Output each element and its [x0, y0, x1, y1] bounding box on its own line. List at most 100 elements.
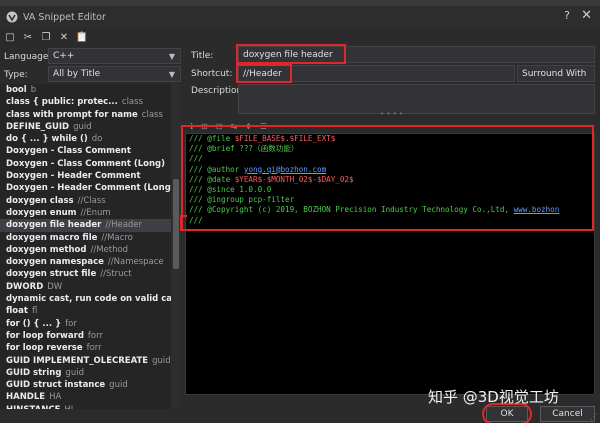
title-value: doxygen file header — [243, 49, 333, 60]
snippet-title: Doxygen - Header Comment — [6, 171, 141, 182]
snippet-shortcut-hint: b — [30, 85, 37, 95]
snippet-code-editor[interactable]: /// @file $FILE_BASE$.$FILE_EXT$/// @bri… — [185, 133, 595, 395]
delete-icon[interactable]: ✕ — [58, 31, 70, 43]
snippet-title: DEFINE_GUID — [6, 121, 70, 132]
close-icon[interactable]: ✕ — [581, 8, 592, 23]
scrollbar-thumb[interactable] — [173, 179, 179, 269]
list-item[interactable]: Doxygen - Header Comment (Long) — [0, 182, 181, 194]
cancel-button[interactable]: Cancel — [540, 406, 595, 422]
language-select[interactable]: C++ ▼ — [48, 48, 181, 64]
snippet-title: for () { ... } — [6, 318, 62, 329]
snippet-title: doxygen method — [6, 244, 87, 255]
editor-tool-icon[interactable]: ⊞ — [201, 122, 208, 131]
code-line: /// @since 1.0.0.0 — [186, 185, 594, 195]
snippet-shortcut-hint: guid — [152, 355, 171, 366]
list-item[interactable]: DWORD DW — [0, 281, 181, 293]
shortcut-input[interactable]: //Header — [238, 65, 515, 82]
snippet-shortcut-hint: for — [65, 318, 77, 329]
code-token: yong.qi@bozhon.com — [243, 164, 327, 174]
language-value: C++ — [53, 51, 75, 61]
list-item[interactable]: HINSTANCE HI — [0, 404, 181, 409]
list-item[interactable]: do { ... } while () do — [0, 133, 181, 145]
code-token: /// @since 1.0.0.0 — [189, 184, 272, 194]
editor-tool-icon[interactable]: ☰ — [260, 122, 267, 131]
snippet-shortcut-hint: //Method — [90, 244, 129, 255]
surround-with-checkbox[interactable]: Surround With — [517, 65, 595, 82]
snippet-title: HINSTANCE — [6, 405, 60, 409]
list-item[interactable]: class with prompt for name class — [0, 109, 181, 121]
list-item[interactable]: doxygen file header//Header — [0, 219, 181, 232]
list-item[interactable]: GUID string guid — [0, 367, 181, 379]
snippet-list-scrollbar[interactable] — [171, 84, 181, 409]
snippet-shortcut-hint: //Namespace — [107, 257, 164, 268]
splitter-grip[interactable]: • • • • — [380, 110, 403, 118]
list-item[interactable]: doxygen macro file//Macro — [0, 232, 181, 244]
snippet-shortcut-hint: HA — [49, 392, 62, 403]
window-title: VA Snippet Editor — [23, 11, 106, 23]
list-item[interactable]: GUID struct instance guid — [0, 379, 181, 391]
snippet-title: bool — [6, 85, 27, 95]
code-token: /// @date — [189, 174, 235, 184]
snippet-title: doxygen struct file — [6, 269, 97, 280]
snippet-list: bool b class { public: protec... class class… — [0, 84, 181, 409]
snippet-title: for loop reverse — [6, 343, 83, 354]
shortcut-value: //Header — [243, 68, 282, 79]
chevron-down-icon: ▼ — [168, 70, 176, 79]
list-item[interactable]: Doxygen - Class Comment (Long) — [0, 158, 181, 170]
snippet-title: doxygen macro file — [6, 232, 98, 243]
snippet-title: doxygen namespace — [6, 257, 104, 268]
type-label: Type: — [4, 70, 28, 80]
snippet-title: class with prompt for name — [6, 109, 138, 120]
list-item[interactable]: float fl — [0, 305, 181, 317]
resize-grip-icon[interactable]: ⋰ — [590, 412, 598, 421]
description-input[interactable] — [238, 84, 595, 114]
paste-icon[interactable]: 📋 — [76, 31, 88, 43]
new-snippet-icon[interactable]: □ — [4, 31, 16, 43]
list-item[interactable]: for () { ... } for — [0, 318, 181, 330]
code-token: /// @Copyright (c) 2019, BOZHON Precisio… — [189, 205, 514, 215]
watermark-text: 知乎 @3D视觉工坊 — [428, 388, 559, 406]
list-item[interactable]: doxygen namespace//Namespace — [0, 256, 181, 268]
type-value: All by Title — [53, 69, 101, 79]
list-item[interactable]: doxygen struct file//Struct — [0, 268, 181, 280]
snippet-title: GUID string — [6, 367, 62, 378]
code-token: /// — [189, 215, 203, 225]
editor-tool-icon[interactable]: ℹ — [190, 122, 193, 131]
title-input[interactable]: doxygen file header — [238, 46, 595, 63]
snippet-title: doxygen file header — [6, 220, 102, 231]
copy-icon[interactable]: ❐ — [40, 31, 52, 43]
list-item[interactable]: Doxygen - Header Comment — [0, 170, 181, 182]
snippet-title: doxygen enum — [6, 207, 77, 218]
list-item[interactable]: for loop forward forr — [0, 330, 181, 342]
cut-icon[interactable]: ✂ — [22, 31, 34, 43]
editor-tool-icon[interactable]: ↕ — [245, 122, 252, 131]
snippet-title: do { ... } while () — [6, 134, 88, 145]
snippet-shortcut-hint: //Enum — [80, 207, 111, 218]
list-item[interactable]: HANDLE HA — [0, 391, 181, 403]
editor-tool-icon[interactable]: ↹ — [230, 122, 237, 131]
code-line: /// — [186, 154, 594, 164]
list-item[interactable]: class { public: protec... class — [0, 96, 181, 108]
list-item[interactable]: GUID IMPLEMENT_OLECREATE guid — [0, 355, 181, 367]
code-token: /// @ingroup pcp-filter — [189, 195, 295, 205]
list-item[interactable]: bool b — [0, 84, 181, 96]
snippet-title: DWORD — [6, 281, 44, 292]
code-token: www.bozhon — [513, 205, 560, 215]
list-item[interactable]: DEFINE_GUID guid — [0, 121, 181, 133]
type-select[interactable]: All by Title ▼ — [48, 66, 181, 82]
code-line: /// @file $FILE_BASE$.$FILE_EXT$ — [186, 134, 594, 144]
list-item[interactable]: doxygen class//Class — [0, 195, 181, 207]
snippet-shortcut-hint: //Struct — [100, 269, 132, 280]
list-item[interactable]: for loop reverse forr — [0, 342, 181, 354]
snippet-shortcut-hint: //Header — [105, 220, 143, 231]
list-item[interactable]: dynamic cast, run code on valid castdy — [0, 293, 181, 305]
list-item[interactable]: doxygen enum//Enum — [0, 207, 181, 219]
help-icon[interactable]: ? — [564, 9, 570, 22]
editor-tool-icon[interactable]: ⊟ — [216, 122, 223, 131]
list-item[interactable]: Doxygen - Class Comment — [0, 145, 181, 157]
snippet-title: GUID IMPLEMENT_OLECREATE — [6, 355, 149, 366]
code-line: /// @author yong.qi@bozhon.com — [186, 165, 594, 175]
chevron-down-icon: ▼ — [168, 52, 176, 61]
list-item[interactable]: doxygen method//Method — [0, 244, 181, 256]
ok-button[interactable]: OK — [486, 406, 528, 422]
